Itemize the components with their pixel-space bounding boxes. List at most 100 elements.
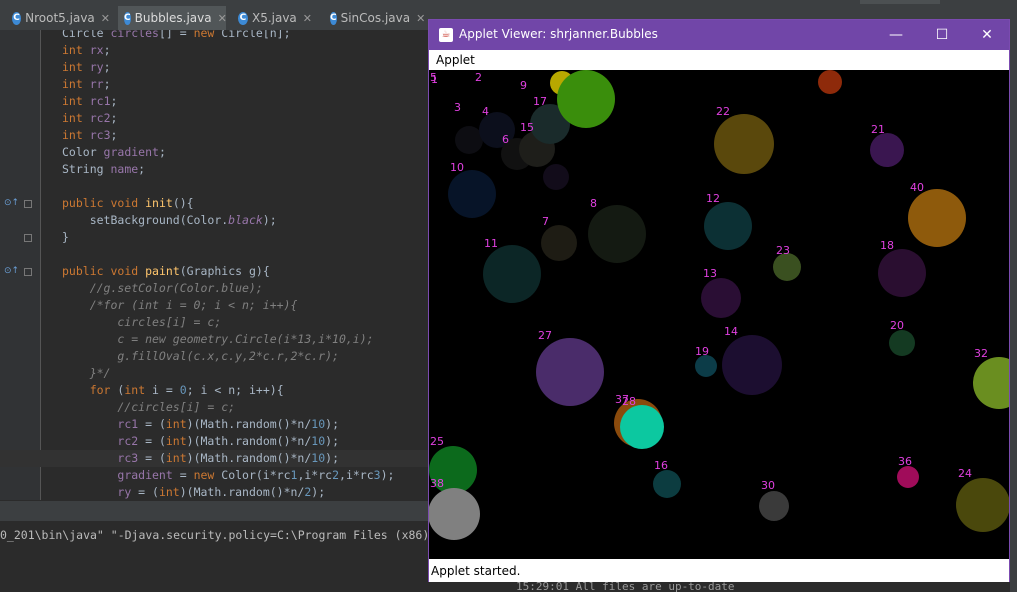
tab-sincos[interactable]: C SinCos.java ✕ bbox=[324, 6, 428, 30]
code-line-text: ry = (int)(Math.random()*n/2); bbox=[117, 485, 326, 499]
bubble-circle bbox=[704, 202, 752, 250]
bubble-circle bbox=[722, 335, 782, 395]
bubble-label: 38 bbox=[430, 477, 444, 490]
code-line-text: Color gradient; bbox=[62, 145, 166, 159]
override-marker-icon[interactable]: ⊙↑ bbox=[4, 266, 19, 276]
bubble-circle bbox=[701, 278, 741, 318]
tab-nroot5[interactable]: C Nroot5.java ✕ bbox=[6, 6, 116, 30]
java-cup-icon: ☕ bbox=[439, 28, 453, 42]
status-text: Applet started. bbox=[431, 564, 521, 578]
bubble-label: 7 bbox=[542, 215, 549, 228]
code-line[interactable]: int rr; bbox=[0, 76, 430, 93]
bubble-label: 10 bbox=[450, 161, 464, 174]
tab-x5[interactable]: C X5.java ✕ bbox=[232, 6, 318, 30]
code-line-text: int rr; bbox=[62, 77, 111, 91]
tab-bubbles[interactable]: C Bubbles.java ✕ bbox=[118, 6, 227, 30]
bubble-circle bbox=[429, 488, 480, 540]
fold-marker-icon[interactable] bbox=[24, 268, 32, 276]
code-line[interactable]: //g.setColor(Color.blue); bbox=[0, 280, 430, 297]
event-log: 15:29:01 All files are up-to-date bbox=[480, 582, 1010, 592]
code-line[interactable]: Circle circles[] = new Circle[n]; bbox=[0, 30, 430, 42]
code-line[interactable]: c = new geometry.Circle(i*13,i*10,i); bbox=[0, 331, 430, 348]
code-line[interactable]: g.fillOval(c.x,c.y,2*c.r,2*c.r); bbox=[0, 348, 430, 365]
code-line-text: rc3 = (int)(Math.random()*n/10); bbox=[117, 451, 339, 465]
code-line[interactable]: int rc3; bbox=[0, 127, 430, 144]
bubble-label: 24 bbox=[958, 467, 972, 480]
bubble-circle bbox=[653, 470, 681, 498]
bubble-circle bbox=[543, 164, 569, 190]
bubble-label: 14 bbox=[724, 325, 738, 338]
minimize-button[interactable]: — bbox=[873, 20, 919, 50]
close-icon[interactable]: ✕ bbox=[416, 12, 425, 25]
code-line[interactable]: circles[i] = c; bbox=[0, 314, 430, 331]
tab-label: SinCos.java bbox=[340, 11, 411, 25]
menu-applet[interactable]: Applet bbox=[436, 53, 475, 67]
java-class-icon: C bbox=[238, 11, 248, 25]
bubble-circle bbox=[714, 114, 774, 174]
code-line[interactable]: rc1 = (int)(Math.random()*n/10); bbox=[0, 416, 430, 433]
code-line[interactable]: int rx; bbox=[0, 42, 430, 59]
code-line-text: g.fillOval(c.x,c.y,2*c.r,2*c.r); bbox=[62, 349, 339, 363]
maximize-button[interactable]: ☐ bbox=[919, 20, 965, 50]
code-line[interactable]: /*for (int i = 0; i < n; i++){ bbox=[0, 297, 430, 314]
bubble-label: 11 bbox=[484, 237, 498, 250]
code-line[interactable] bbox=[0, 246, 430, 263]
panel-divider[interactable] bbox=[0, 500, 430, 521]
bubble-label: 15 bbox=[520, 121, 534, 134]
code-line[interactable]: rc3 = (int)(Math.random()*n/10); bbox=[0, 450, 430, 467]
code-line[interactable]: public void paint(Graphics g){ bbox=[0, 263, 430, 280]
window-title: Applet Viewer: shrjanner.Bubbles bbox=[459, 27, 658, 41]
code-line[interactable]: Color gradient; bbox=[0, 144, 430, 161]
code-line[interactable]: for (int i = 0; i < n; i++){ bbox=[0, 382, 430, 399]
override-marker-icon[interactable]: ⊙↑ bbox=[4, 198, 19, 208]
code-line[interactable]: int ry; bbox=[0, 59, 430, 76]
code-line-text: //g.setColor(Color.blue); bbox=[62, 281, 263, 295]
fold-marker-icon[interactable] bbox=[24, 234, 32, 242]
bubble-label: 30 bbox=[761, 479, 775, 492]
bubble-label: 17 bbox=[533, 95, 547, 108]
code-line-text: c = new geometry.Circle(i*13,i*10,i); bbox=[62, 332, 374, 346]
applet-canvas[interactable]: 1 2 3 4 6 9 10 15 17 5 7 8 11 22 21 40 12 23 18 13 14 20 27 19 3… bbox=[429, 70, 1009, 559]
code-line[interactable]: public void init(){ bbox=[0, 195, 430, 212]
code-line[interactable]: int rc2; bbox=[0, 110, 430, 127]
bubble-circle bbox=[455, 126, 483, 154]
close-icon[interactable]: ✕ bbox=[101, 12, 110, 25]
code-line[interactable]: int rc1; bbox=[0, 93, 430, 110]
code-editor[interactable]: Circle circles[] = new Circle[n]; int rx;… bbox=[0, 30, 430, 500]
close-button[interactable]: ✕ bbox=[964, 20, 1010, 50]
bubble-label: 36 bbox=[898, 455, 912, 468]
bubble-label: 22 bbox=[716, 105, 730, 118]
bubble-label: 20 bbox=[890, 319, 904, 332]
code-line-text: for (int i = 0; i < n; i++){ bbox=[89, 383, 284, 397]
code-line-text: rc1 = (int)(Math.random()*n/10); bbox=[117, 417, 339, 431]
code-line-text: int ry; bbox=[62, 60, 111, 74]
code-line[interactable]: gradient = new Color(i*rc1,i*rc2,i*rc3); bbox=[0, 467, 430, 484]
code-line[interactable]: String name; bbox=[0, 161, 430, 178]
code-line-text: }*/ bbox=[62, 366, 111, 380]
bubble-circle bbox=[870, 133, 904, 167]
code-line-text: String name; bbox=[62, 162, 146, 176]
code-line[interactable]: ry = (int)(Math.random()*n/2); bbox=[0, 484, 430, 500]
code-line[interactable]: } bbox=[0, 229, 430, 246]
bubble-label: 6 bbox=[502, 133, 509, 146]
fold-marker-icon[interactable] bbox=[24, 200, 32, 208]
bubble-label: 25 bbox=[430, 435, 444, 448]
run-console[interactable]: 0_201\bin\java" "-Djava.security.policy=… bbox=[0, 521, 430, 592]
close-icon[interactable]: ✕ bbox=[218, 12, 227, 25]
code-line[interactable] bbox=[0, 178, 430, 195]
code-line-text: public void paint(Graphics g){ bbox=[62, 264, 270, 278]
java-class-icon: C bbox=[330, 11, 337, 25]
bubble-label: 4 bbox=[482, 105, 489, 118]
code-line-text: int rc1; bbox=[62, 94, 118, 108]
window-titlebar[interactable]: ☕ Applet Viewer: shrjanner.Bubbles — ☐ ✕ bbox=[429, 20, 1009, 50]
code-line[interactable]: //circles[i] = c; bbox=[0, 399, 430, 416]
bubble-circle bbox=[759, 491, 789, 521]
code-line[interactable]: setBackground(Color.black); bbox=[0, 212, 430, 229]
bubble-circle bbox=[620, 405, 664, 449]
code-line-text: gradient = new Color(i*rc1,i*rc2,i*rc3); bbox=[117, 468, 395, 482]
bubble-label: 18 bbox=[880, 239, 894, 252]
code-line[interactable]: rc2 = (int)(Math.random()*n/10); bbox=[0, 433, 430, 450]
code-line[interactable]: }*/ bbox=[0, 365, 430, 382]
tab-label: X5.java bbox=[251, 11, 297, 25]
close-icon[interactable]: ✕ bbox=[303, 12, 312, 25]
